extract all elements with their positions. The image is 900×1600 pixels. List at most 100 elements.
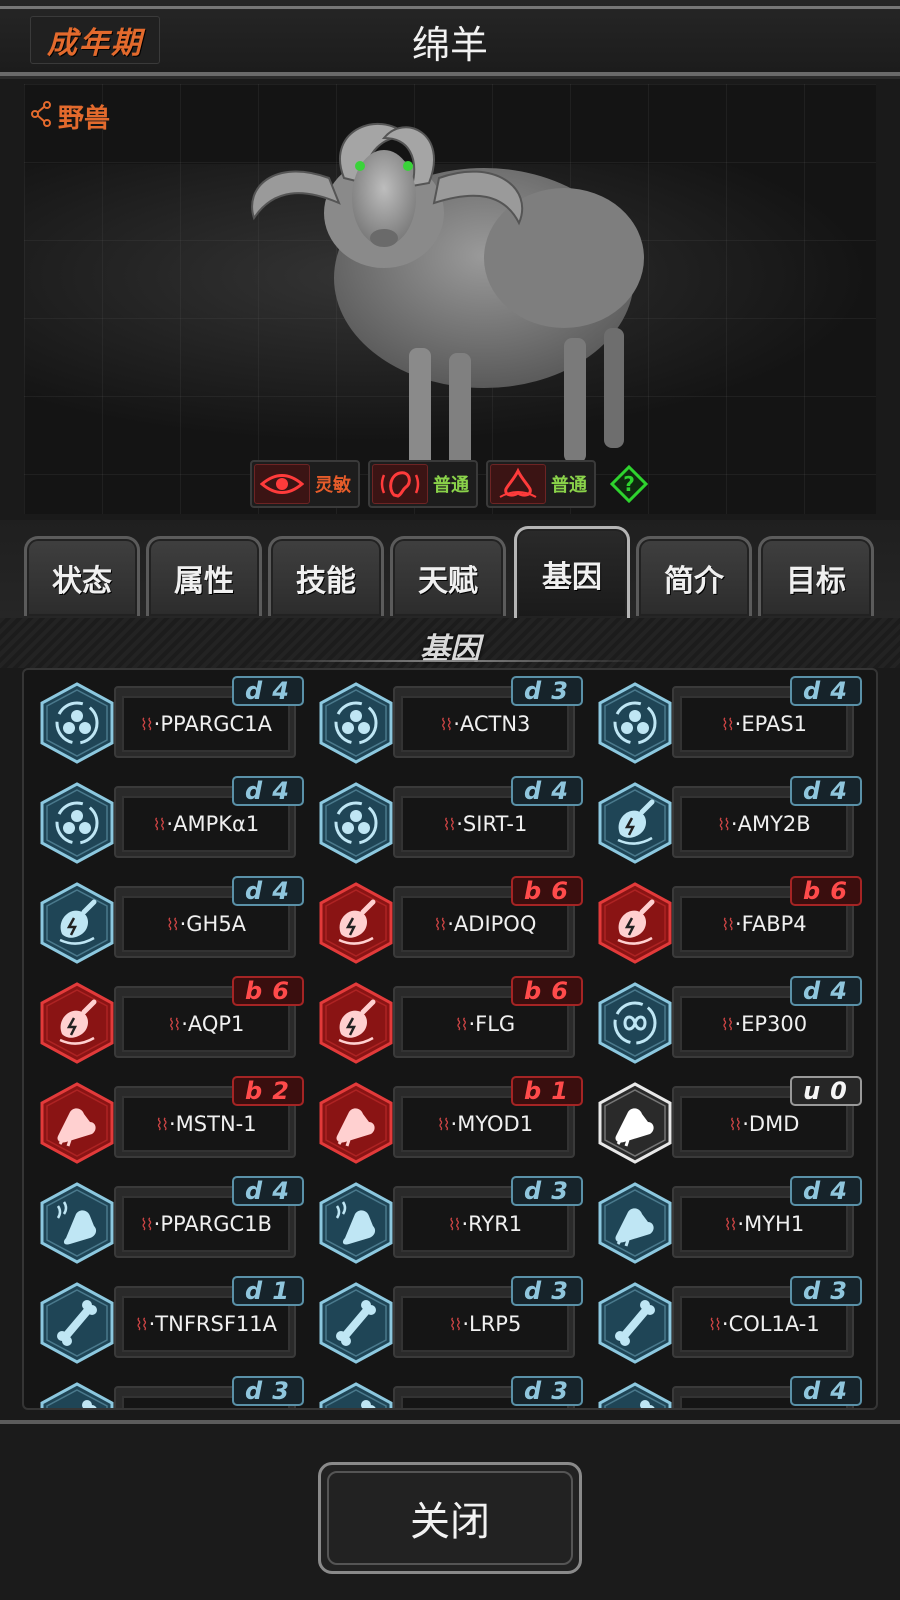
gene-name: ·TNFRSF11A [148, 1312, 277, 1336]
meat-energy-icon [40, 982, 114, 1064]
gene-name: ·MYOD1 [450, 1112, 534, 1136]
tab-genes[interactable]: 基因 [514, 526, 630, 618]
bone-icon [40, 1282, 114, 1364]
gene-panel-header: 基因 [0, 618, 900, 668]
gene-name: ·AMY2B [730, 812, 811, 836]
gene-card[interactable]: ⌇⌇ ·PPARGC1B d4 [34, 1176, 306, 1264]
gene-grade-badge: d3 [790, 1276, 862, 1306]
gene-grade-badge: d4 [232, 1176, 304, 1206]
gene-grade-badge: d3 [232, 1376, 304, 1406]
dna-icon: ⌇⌇ [439, 714, 454, 734]
tab-talents[interactable]: 天赋 [390, 536, 506, 616]
gene-grade-badge: d3 [511, 1376, 583, 1406]
tab-talents-label: 天赋 [418, 563, 478, 599]
dna-icon: ⌇⌇ [155, 1114, 169, 1134]
bone-icon [319, 1382, 393, 1408]
gene-name: ·LRP5 [462, 1312, 522, 1336]
dna-icon: ⌇⌇ [717, 814, 731, 834]
gene-name: ·AMPKα1 [166, 812, 260, 836]
gene-grade-badge: d4 [790, 976, 862, 1006]
share-icon [30, 100, 52, 133]
category-link[interactable]: 野兽 [30, 98, 110, 135]
trait-vision[interactable]: 灵敏 [250, 460, 360, 508]
bone-icon [319, 1282, 393, 1364]
gene-name: ·PPARGC1A [153, 712, 272, 736]
tab-intro[interactable]: 简介 [636, 536, 752, 616]
gene-card[interactable]: ⌇⌇ ·ADIPOQ b6 [313, 876, 585, 964]
tab-attributes[interactable]: 属性 [146, 536, 262, 616]
bone-icon [598, 1382, 672, 1408]
gene-grade-badge: b6 [511, 976, 583, 1006]
gene-grade-badge: u0 [790, 1076, 862, 1106]
gene-card[interactable]: ⌇⌇ ·RYR1 d3 [313, 1176, 585, 1264]
tab-genes-label: 基因 [542, 559, 602, 595]
gene-name: ·MSTN-1 [169, 1112, 257, 1136]
dna-icon: ⌇⌇ [140, 1214, 154, 1234]
meat-energy-icon [598, 882, 672, 964]
gene-grade-badge: d3 [511, 676, 583, 706]
gene-grade-badge: d3 [511, 1176, 583, 1206]
gene-card[interactable]: ⌇⌇ ·PPARGC1A d4 [34, 676, 306, 764]
gene-card[interactable]: ⌇⌇ ·LRP5 d3 [313, 1276, 585, 1364]
gene-name: ·DMD [742, 1112, 800, 1136]
dna-icon: ⌇⌇ [454, 1014, 469, 1034]
gene-name: ·COL1A-1 [721, 1312, 820, 1336]
dna-icon: ⌇⌇ [140, 714, 154, 734]
category-label: 野兽 [58, 104, 111, 134]
gene-card[interactable]: ⌇⌇ ·MYOD1 b1 [313, 1076, 585, 1164]
meat-energy-icon [40, 882, 114, 964]
gene-list[interactable]: ⌇⌇ ·PPARGC1A d4 ⌇⌇ ·ACTN3 d3 ⌇⌇ ·EPAS1 d… [22, 668, 878, 1410]
gene-grade-badge: b6 [232, 976, 304, 1006]
gene-card[interactable]: ⌇⌇ ·EP300 d4 [592, 976, 864, 1064]
gene-name: ·EPAS1 [734, 712, 807, 736]
muscle-arm-icon [598, 1082, 672, 1164]
muscle-arm-icon [598, 1182, 672, 1264]
dna-icon: ⌇⌇ [165, 914, 180, 934]
gene-card[interactable]: ⌇⌇ ·ACTN3 d3 [313, 676, 585, 764]
ear-icon [372, 464, 428, 504]
gene-grade-badge: d4 [790, 776, 862, 806]
top-bar: 成年期 绵羊 [0, 0, 900, 76]
gene-card[interactable]: d3 [34, 1376, 306, 1408]
gene-screen: 成年期 绵羊 野兽 灵敏 普通 普通 ? 状态 属性 技能 天赋 基因 简介 目… [0, 0, 900, 1600]
bone-icon [598, 1282, 672, 1364]
help-button[interactable]: ? [610, 465, 648, 503]
gene-card[interactable]: ⌇⌇ ·FLG b6 [313, 976, 585, 1064]
gene-card[interactable]: ⌇⌇ ·DMD u0 [592, 1076, 864, 1164]
creature-name: 绵羊 [411, 23, 488, 67]
trait-smell[interactable]: 普通 [486, 460, 596, 508]
gene-card[interactable]: ⌇⌇ ·GH5A d4 [34, 876, 306, 964]
gene-grade-badge: d1 [232, 1276, 304, 1306]
gene-grade-badge: b2 [232, 1076, 304, 1106]
gene-card[interactable]: ⌇⌇ ·SIRT-1 d4 [313, 776, 585, 864]
trait-hearing[interactable]: 普通 [368, 460, 478, 508]
gene-grade-badge: d4 [790, 1176, 862, 1206]
gene-card[interactable]: ⌇⌇ ·FABP4 b6 [592, 876, 864, 964]
close-button[interactable]: 关闭 [318, 1462, 582, 1574]
gene-card[interactable]: ⌇⌇ ·AQP1 b6 [34, 976, 306, 1064]
metabolism-icon [40, 682, 114, 764]
dna-icon: ⌇⌇ [723, 1214, 738, 1234]
trait-vision-label: 灵敏 [315, 475, 351, 496]
meat-energy-icon [598, 782, 672, 864]
gene-card[interactable]: ⌇⌇ ·COL1A-1 d3 [592, 1276, 864, 1364]
dna-icon: ⌇⌇ [720, 1014, 735, 1034]
gene-card[interactable]: d4 [592, 1376, 864, 1408]
gene-card[interactable]: ⌇⌇ ·MYH1 d4 [592, 1176, 864, 1264]
gene-card[interactable]: ⌇⌇ ·TNFRSF11A d1 [34, 1276, 306, 1364]
gene-name: ·FLG [468, 1012, 516, 1036]
gene-card[interactable]: ⌇⌇ ·AMY2B d4 [592, 776, 864, 864]
tab-skills[interactable]: 技能 [268, 536, 384, 616]
nose-icon [490, 464, 546, 504]
gene-card[interactable]: ⌇⌇ ·MSTN-1 b2 [34, 1076, 306, 1164]
gene-name: ·EP300 [734, 1012, 808, 1036]
tab-status[interactable]: 状态 [24, 536, 140, 616]
gene-card[interactable]: ⌇⌇ ·EPAS1 d4 [592, 676, 864, 764]
gene-grade-badge: b1 [511, 1076, 583, 1106]
gene-card[interactable]: ⌇⌇ ·AMPKα1 d4 [34, 776, 306, 864]
gene-grade-badge: d4 [232, 676, 304, 706]
tab-goals[interactable]: 目标 [758, 536, 874, 616]
gene-grade-badge: d4 [790, 676, 862, 706]
gene-card[interactable]: d3 [313, 1376, 585, 1408]
muscle-heat-icon [40, 1182, 114, 1264]
